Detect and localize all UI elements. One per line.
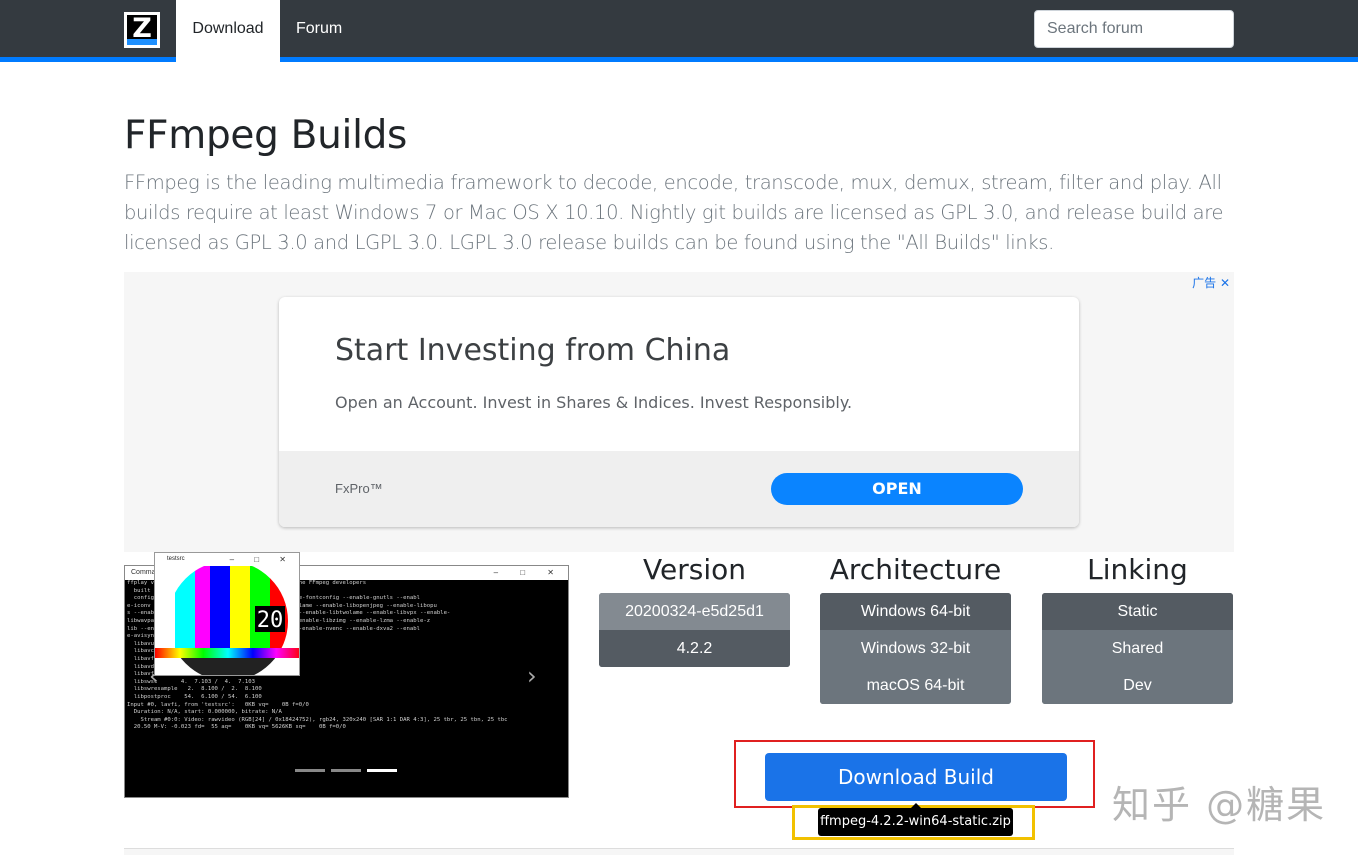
architecture-column: Architecture Windows 64-bit Windows 32-b… xyxy=(820,555,1011,704)
ad-headline[interactable]: Start Investing from China xyxy=(335,333,730,368)
terminal-line: Input #0, lavfi, from 'testsrc': 0KB vq=… xyxy=(127,701,309,708)
terminal-line: Stream #0:0: Video: rawvideo (RGB[24] / … xyxy=(127,716,508,723)
download-build-button[interactable]: Download Build xyxy=(765,753,1067,801)
version-option-nightly[interactable]: 20200324-e5d25d1 xyxy=(599,593,790,630)
logo-letter: Z xyxy=(132,13,152,44)
testsrc-titlebar: testsrc – □ ✕ xyxy=(155,553,299,566)
nav-tab-download[interactable]: Download xyxy=(176,0,280,62)
version-options: 20200324-e5d25d1 4.2.2 xyxy=(599,593,790,667)
advertisement: 广告 ✕ Start Investing from China Open an … xyxy=(124,272,1234,552)
page-description: FFmpeg is the leading multimedia framewo… xyxy=(124,171,1224,254)
carousel-indicator[interactable] xyxy=(331,769,361,772)
ad-card[interactable]: Start Investing from China Open an Accou… xyxy=(279,297,1079,527)
nav-tab-forum[interactable]: Forum xyxy=(280,0,358,57)
linking-option-static[interactable]: Static xyxy=(1042,593,1233,630)
ad-choices-badge[interactable]: 广告 ✕ xyxy=(1192,274,1230,291)
terminal-line: libpostproc 54. 6.100 / 54. 6.100 xyxy=(127,693,262,700)
carousel-indicators xyxy=(295,769,399,772)
linking-option-shared[interactable]: Shared xyxy=(1042,630,1233,667)
ad-open-button[interactable]: OPEN xyxy=(771,473,1023,505)
testsrc-title: testsrc xyxy=(167,556,185,562)
carousel-indicator[interactable] xyxy=(295,769,325,772)
arch-option-macos64[interactable]: macOS 64-bit xyxy=(820,667,1011,704)
linking-column: Linking Static Shared Dev xyxy=(1042,555,1233,704)
ad-description: Open an Account. Invest in Shares & Indi… xyxy=(335,393,853,412)
testsrc-window: testsrc – □ ✕ 20 xyxy=(154,552,300,676)
testsrc-counter: 20 xyxy=(257,608,284,633)
ad-brand: FxPro™ xyxy=(335,481,383,496)
linking-option-dev[interactable]: Dev xyxy=(1042,667,1233,704)
terminal-window-controls: – □ ✕ xyxy=(493,568,564,577)
ad-footer: FxPro™ OPEN xyxy=(279,451,1079,527)
zeranoe-logo[interactable]: Z xyxy=(124,12,160,48)
carousel-indicator-active[interactable] xyxy=(367,769,397,772)
zhihu-watermark: 知乎 @糖果 xyxy=(1112,783,1327,827)
terminal-line: libswresample 2. 8.100 / 2. 8.100 xyxy=(127,686,262,693)
bottom-advertisement xyxy=(124,848,1234,855)
architecture-heading: Architecture xyxy=(829,553,1002,586)
carousel-next-icon[interactable]: › xyxy=(527,662,537,690)
top-navbar: Z Download Forum xyxy=(0,0,1358,62)
arch-option-win32[interactable]: Windows 32-bit xyxy=(820,630,1011,667)
test-pattern-image: 20 xyxy=(155,566,299,675)
download-filename-tooltip: ffmpeg-4.2.2-win64-static.zip xyxy=(818,808,1013,836)
architecture-options: Windows 64-bit Windows 32-bit macOS 64-b… xyxy=(820,593,1011,704)
version-column: Version 20200324-e5d25d1 4.2.2 xyxy=(599,555,790,667)
testsrc-window-controls: – □ ✕ xyxy=(229,555,295,564)
search-forum-input[interactable] xyxy=(1034,10,1234,48)
linking-options: Static Shared Dev xyxy=(1042,593,1233,704)
page-title: FFmpeg Builds xyxy=(124,113,408,158)
arch-option-win64[interactable]: Windows 64-bit xyxy=(820,593,1011,630)
terminal-line: libswsc 4. 7.103 / 4. 7.103 xyxy=(127,678,255,685)
linking-heading: Linking xyxy=(1087,553,1188,586)
logo-mark: Z xyxy=(127,13,157,45)
terminal-line: 20.50 M-V: -0.023 fd= 55 aq= 0KB vq= 562… xyxy=(127,724,346,731)
terminal-line: Duration: N/A, start: 0.000000, bitrate:… xyxy=(127,709,282,716)
version-option-release[interactable]: 4.2.2 xyxy=(599,630,790,667)
version-heading: Version xyxy=(643,553,746,586)
